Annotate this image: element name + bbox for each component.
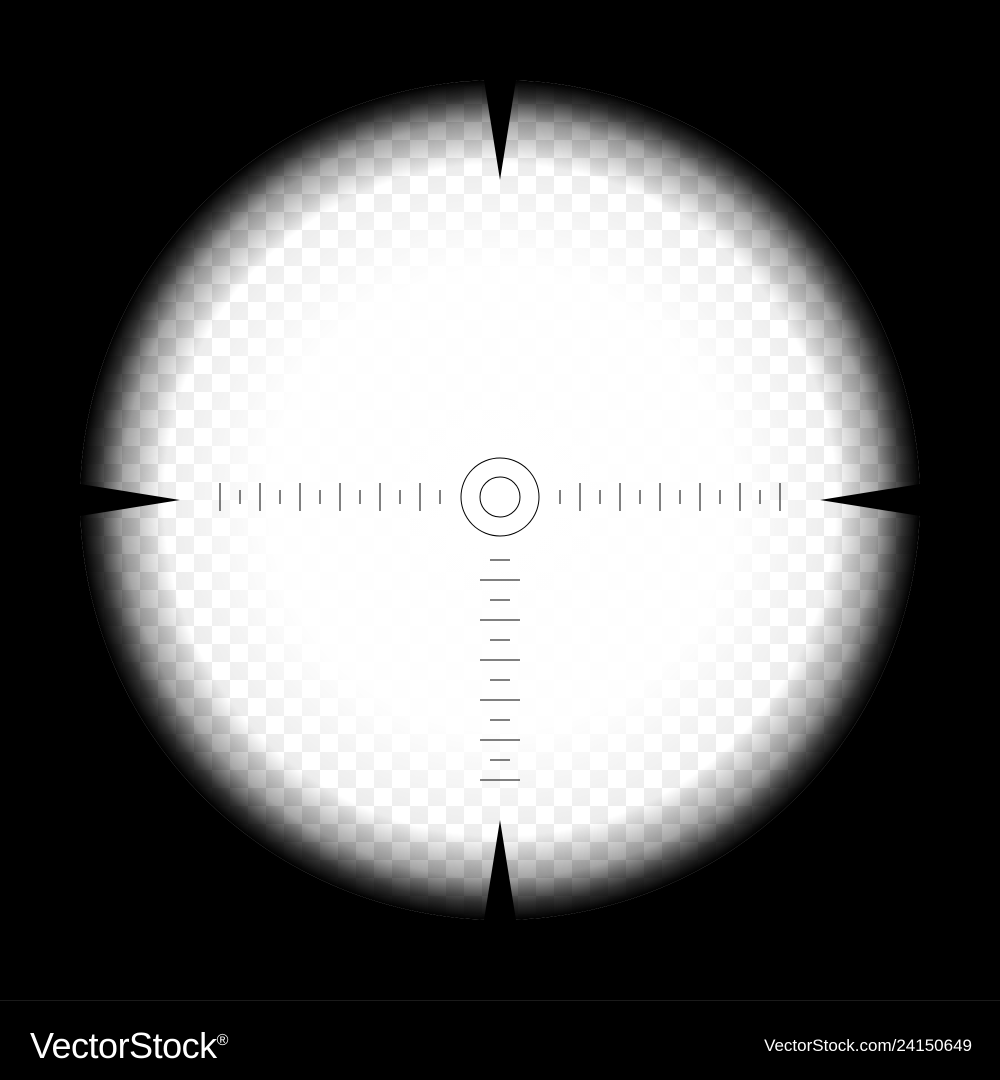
scope-lens	[80, 80, 920, 920]
brand-name: VectorStock	[30, 1025, 217, 1066]
registered-mark: ®	[216, 1032, 229, 1049]
brand-watermark: VectorStock®	[30, 1021, 228, 1066]
sniper-scope-view	[0, 0, 1000, 1000]
watermark-bar: VectorStock® VectorStock.com/24150649	[0, 1000, 1000, 1080]
crosshair-icon	[80, 80, 920, 920]
image-url: VectorStock.com/24150649	[764, 1036, 972, 1055]
